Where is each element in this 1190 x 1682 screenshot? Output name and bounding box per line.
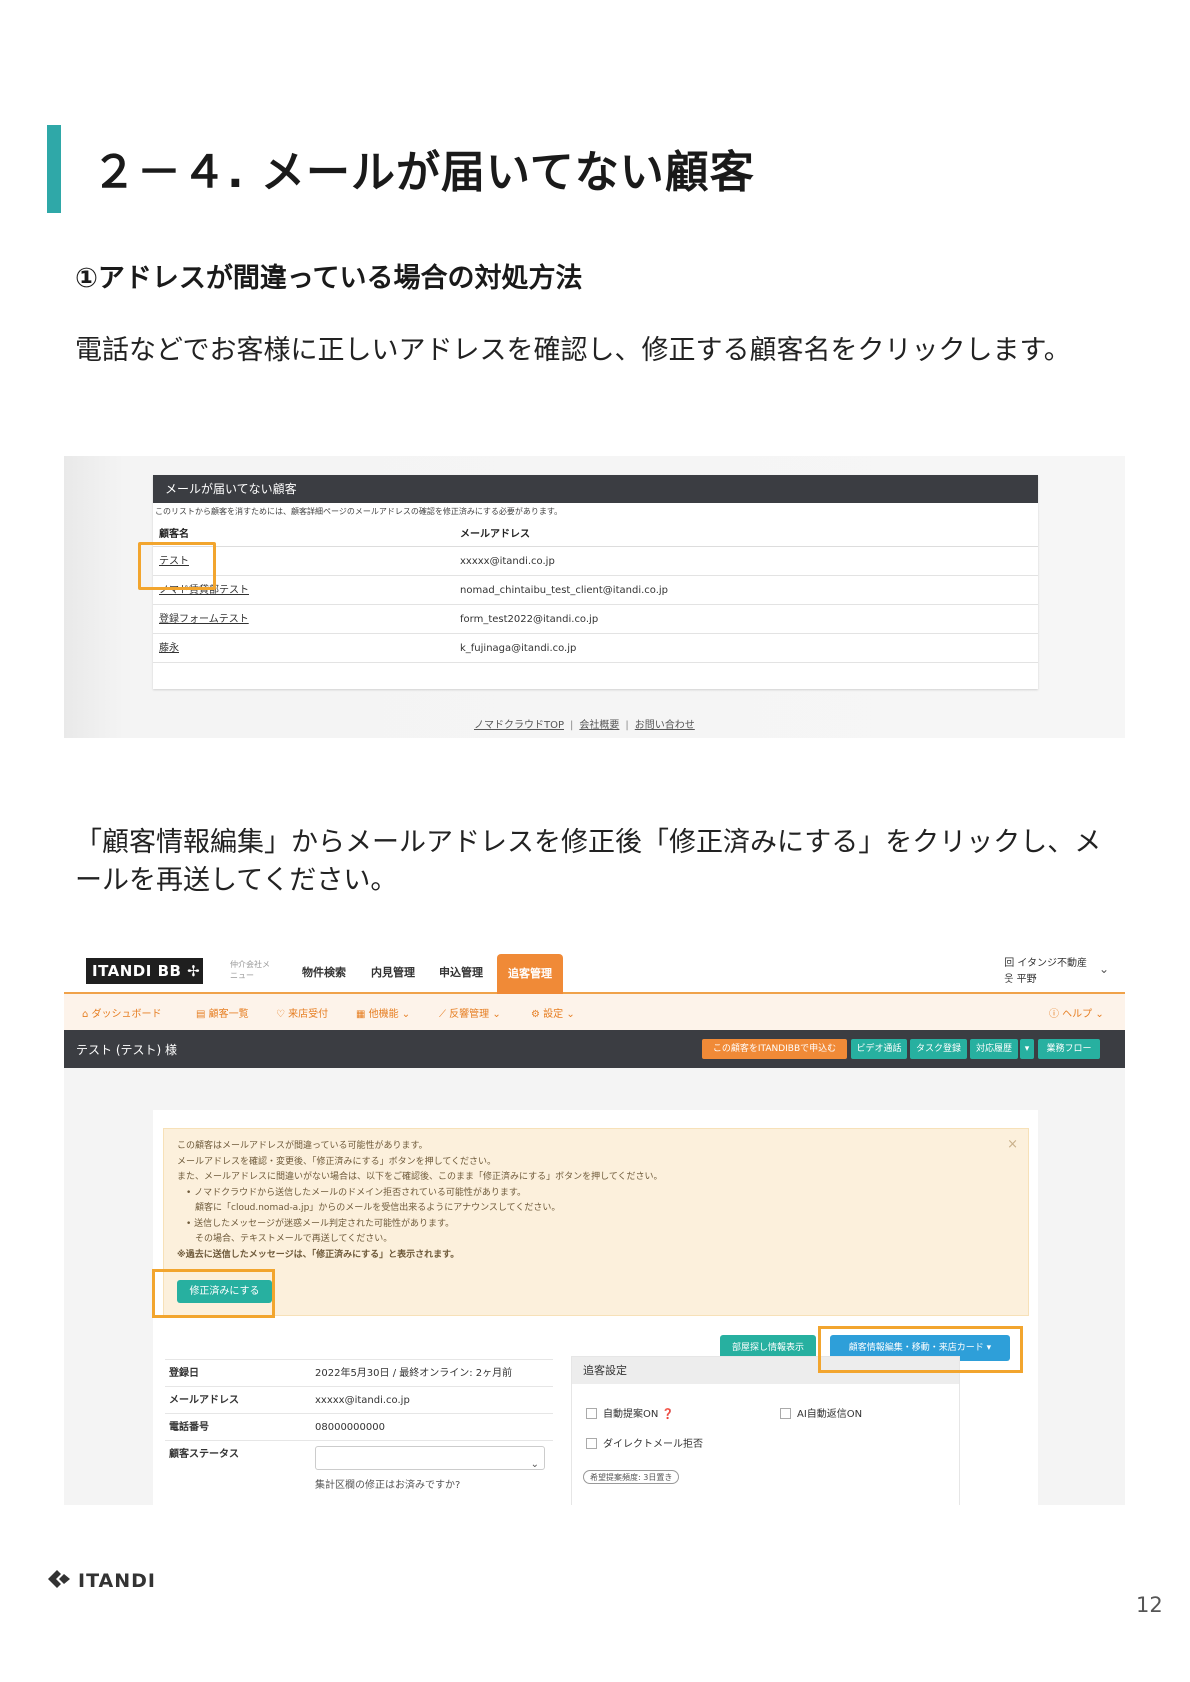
- table-row: 藤永 k_fujinaga@itandi.co.jp: [153, 634, 1038, 663]
- nav-viewing[interactable]: 内見管理: [371, 964, 415, 980]
- card-title: メールが届いてない顧客: [153, 475, 1038, 503]
- subnav-settings[interactable]: ⚙ 設定 ⌄: [531, 1005, 575, 1020]
- page-number: 12: [1136, 1593, 1163, 1617]
- cut-off-text: 集計区欄の修正はお済みですか?: [315, 1480, 461, 1491]
- email-warning-alert: この顧客はメールアドレスが間違っている可能性があります。 メールアドレスを確認・…: [163, 1128, 1029, 1316]
- customer-email: form_test2022@itandi.co.jp: [460, 614, 599, 625]
- nav-customer-tracking[interactable]: 追客管理: [497, 954, 563, 994]
- customer-email: xxxxx@itandi.co.jp: [460, 556, 555, 567]
- screenshot-customer-detail: ITANDI BB ✢ 仲介会社メニュー 物件検索 内見管理 申込管理 追客管理…: [64, 950, 1125, 1505]
- alert-line: • ノマドクラウドから送信したメールのドメイン拒否されている可能性があります。: [177, 1187, 527, 1198]
- footer-links: ノマドクラウドTOP | 会社概要 | お問い合わせ: [474, 716, 695, 731]
- subnav-dashboard[interactable]: ⌂ ダッシュボード: [82, 1005, 162, 1020]
- table-row: ノマド賃貸部テスト nomad_chintaibu_test_client@it…: [153, 576, 1038, 605]
- info-row-registered: 登録日 2022年5月30日 / 最終オンライン: 2ヶ月前: [165, 1359, 553, 1386]
- ai-auto-reply-checkbox[interactable]: AI自動返信ON: [780, 1405, 862, 1420]
- table-row: テスト xxxxx@itandi.co.jp: [153, 547, 1038, 576]
- footer-separator: |: [570, 720, 574, 731]
- chevron-down-icon: ⌄: [530, 1459, 539, 1470]
- workflow-button[interactable]: 業務フロー: [1038, 1039, 1100, 1059]
- checkbox-box: [780, 1408, 791, 1419]
- title-accent-bar: [47, 125, 61, 213]
- info-value: 2022年5月30日 / 最終オンライン: 2ヶ月前: [315, 1368, 513, 1379]
- footer-link-top[interactable]: ノマドクラウドTOP: [474, 720, 564, 731]
- checkbox-box: [586, 1438, 597, 1449]
- subnav-other-features[interactable]: ▦ 他機能 ⌄: [356, 1005, 410, 1020]
- alert-text: この顧客はメールアドレスが間違っている可能性があります。 メールアドレスを確認・…: [177, 1139, 663, 1263]
- info-label: 電話番号: [169, 1422, 209, 1433]
- auto-proposal-checkbox[interactable]: 自動提案ON ❓: [586, 1405, 674, 1420]
- close-icon[interactable]: ×: [1007, 1137, 1018, 1152]
- checkbox-label: AI自動返信ON: [797, 1409, 863, 1420]
- table-row: 登録フォームテスト form_test2022@itandi.co.jp: [153, 605, 1038, 634]
- subnav-visit-reception[interactable]: ♡ 来店受付: [276, 1005, 328, 1020]
- card-note: このリストから顧客を消すためには、顧客詳細ページのメールアドレスの確認を修正済み…: [155, 507, 563, 516]
- menu-label: 仲介会社メニュー: [230, 960, 270, 980]
- customer-email: k_fujinaga@itandi.co.jp: [460, 643, 577, 654]
- checkbox-label: 自動提案ON ❓: [603, 1409, 674, 1420]
- highlight-box: [138, 542, 216, 590]
- chevron-down-icon[interactable]: ⌄: [1099, 962, 1109, 976]
- direct-mail-reject-checkbox[interactable]: ダイレクトメール拒否: [586, 1435, 703, 1450]
- info-value: 08000000000: [315, 1422, 385, 1433]
- itandi-bb-logo[interactable]: ITANDI BB ✢: [86, 958, 203, 984]
- subnav-help[interactable]: ⓘ ヘルプ ⌄: [1049, 1005, 1104, 1020]
- footer-link-contact[interactable]: お問い合わせ: [635, 720, 695, 731]
- alert-line: また、メールアドレスに間違いがない場合は、以下をご確認後、このまま「修正済みにす…: [177, 1172, 663, 1182]
- alert-line: ※過去に送信したメッセージは、「修正済みにする」と表示されます。: [177, 1249, 460, 1260]
- tracking-settings-panel: 追客設定 自動提案ON ❓ AI自動返信ON ダイレクトメール拒否 希望提案頻度…: [571, 1356, 960, 1505]
- status-select[interactable]: ⌄: [315, 1446, 545, 1470]
- user-name: 웃 平野: [1004, 974, 1037, 985]
- instruction-paragraph-1: 電話などでお客様に正しいアドレスを確認し、修正する顧客名をクリックします。: [75, 335, 1071, 366]
- sub-navigation: ⌂ ダッシュボード ▤ 顧客一覧 ♡ 来店受付 ▦ 他機能 ⌄ ⟋ 反響管理 ⌄…: [64, 994, 1125, 1030]
- proposal-frequency-pill[interactable]: 希望提案頻度: 3日置き: [583, 1470, 680, 1484]
- top-navigation: ITANDI BB ✢ 仲介会社メニュー 物件検索 内見管理 申込管理 追客管理…: [64, 950, 1125, 994]
- highlight-box: [152, 1269, 275, 1318]
- info-row-email: メールアドレス xxxxx@itandi.co.jp: [165, 1386, 553, 1413]
- customer-header-bar: テスト (テスト) 様 この顧客をITANDIBBで申込む ビデオ通話 タスク登…: [64, 1030, 1125, 1068]
- footer-separator: |: [625, 720, 629, 731]
- subnav-customer-list[interactable]: ▤ 顧客一覧: [196, 1005, 249, 1020]
- info-value: xxxxx@itandi.co.jp: [315, 1395, 410, 1406]
- info-label: 顧客ステータス: [169, 1449, 239, 1460]
- customer-detail-card: この顧客はメールアドレスが間違っている可能性があります。 メールアドレスを確認・…: [153, 1110, 1038, 1505]
- customer-name-link[interactable]: 藤永: [159, 634, 179, 663]
- nav-application[interactable]: 申込管理: [439, 964, 483, 980]
- checkbox-box: [586, 1408, 597, 1419]
- undelivered-card: メールが届いてない顧客 このリストから顧客を消すためには、顧客詳細ページのメール…: [153, 475, 1038, 689]
- itandi-logo: ITANDI: [46, 1568, 156, 1592]
- task-register-button[interactable]: タスク登録: [910, 1039, 967, 1059]
- info-label: 登録日: [169, 1368, 199, 1379]
- video-call-button[interactable]: ビデオ通話: [851, 1039, 907, 1059]
- customer-name-link[interactable]: 登録フォームテスト: [159, 605, 249, 634]
- alert-line: メールアドレスを確認・変更後、「修正済みにする」ボタンを押してください。: [177, 1156, 497, 1167]
- alert-line: • 送信したメッセージが迷惑メール判定された可能性があります。: [177, 1218, 455, 1229]
- highlight-box: [818, 1326, 1023, 1373]
- alert-line: 顧客に「cloud.nomad-a.jp」からのメールを受信出来るようにアナウン…: [177, 1203, 561, 1213]
- section-heading: ①アドレスが間違っている場合の対処方法: [75, 263, 583, 294]
- history-dropdown-button[interactable]: ▾: [1020, 1039, 1034, 1059]
- apply-itandibb-button[interactable]: この顧客をITANDIBBで申込む: [702, 1039, 847, 1059]
- info-label: メールアドレス: [169, 1395, 239, 1406]
- subnav-response-management[interactable]: ⟋ 反響管理 ⌄: [439, 1005, 501, 1020]
- history-button[interactable]: 対応履歴: [970, 1039, 1018, 1059]
- instruction-paragraph-2: 「顧客情報編集」からメールアドレスを修正後「修正済みにする」をクリックし、メール…: [75, 827, 1102, 896]
- info-row-status: 顧客ステータス ⌄ 集計区欄の修正はお済みですか?: [165, 1440, 553, 1500]
- checkbox-label: ダイレクトメール拒否: [603, 1439, 703, 1450]
- info-row-phone: 電話番号 08000000000: [165, 1413, 553, 1440]
- customer-title: テスト (テスト) 様: [76, 1043, 177, 1057]
- alert-line: その場合、テキストメールで再送してください。: [177, 1234, 393, 1244]
- alert-line: この顧客はメールアドレスが間違っている可能性があります。: [177, 1141, 428, 1151]
- footer-link-company[interactable]: 会社概要: [579, 720, 619, 731]
- table-header: 顧客名 メールアドレス: [153, 517, 1038, 547]
- screenshot-undelivered-list: メールが届いてない顧客 このリストから顧客を消すためには、顧客詳細ページのメール…: [64, 456, 1125, 738]
- company-name: 回 イタンジ不動産: [1004, 958, 1087, 969]
- customer-email: nomad_chintaibu_test_client@itandi.co.jp: [460, 585, 669, 596]
- page-title: ２－４. メールが届いてない顧客: [92, 147, 755, 198]
- itandi-logo-icon: [48, 1570, 70, 1588]
- account-info[interactable]: 回 イタンジ不動産 웃 平野: [1004, 956, 1087, 988]
- brand-name: ITANDI: [78, 1570, 157, 1592]
- nav-property-search[interactable]: 物件検索: [302, 964, 346, 980]
